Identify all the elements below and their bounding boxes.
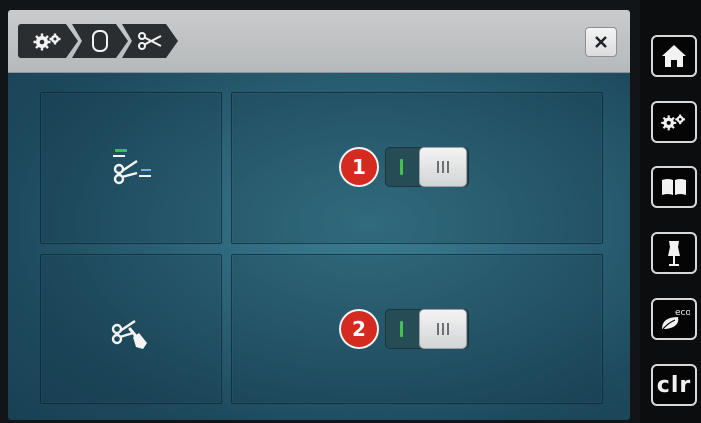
home-button[interactable] <box>651 35 697 77</box>
clear-button[interactable]: clr <box>651 364 697 406</box>
thread-cut-icon <box>113 149 151 185</box>
eco-button[interactable]: eco <box>651 298 697 340</box>
toggle-on-mark <box>400 321 403 337</box>
thread-cut-toggle-panel: 1 <box>231 92 603 244</box>
scissors-icon <box>137 31 163 51</box>
callout-badge: 2 <box>339 309 379 349</box>
eco-icon: eco <box>662 308 690 330</box>
toggle-on-mark <box>400 159 403 175</box>
tutorial-book-icon <box>662 179 686 195</box>
home-icon <box>662 45 686 67</box>
close-button[interactable] <box>585 27 617 57</box>
callout-badge: 1 <box>339 147 379 187</box>
clr-label: clr <box>656 372 692 398</box>
toggle-knob[interactable] <box>419 147 467 187</box>
thread-cut-toggle[interactable] <box>385 147 469 187</box>
sidebar: eco clr <box>640 0 701 423</box>
settings-button[interactable] <box>651 101 697 143</box>
breadcrumb-setup[interactable] <box>18 24 78 58</box>
breadcrumb <box>18 24 172 58</box>
embroidery-hoop-icon <box>90 29 110 53</box>
gears-icon <box>31 30 65 52</box>
dress-form-icon <box>668 241 680 266</box>
breadcrumb-cutter[interactable] <box>122 24 178 58</box>
tutorial-button[interactable] <box>651 166 697 208</box>
close-icon <box>595 36 607 48</box>
title-bar <box>8 10 630 73</box>
scissors-touch-icon <box>111 320 147 349</box>
scissors-touch-toggle[interactable] <box>385 309 469 349</box>
toggle-knob[interactable] <box>419 309 467 349</box>
creative-consultant-button[interactable] <box>651 232 697 274</box>
thread-cut-panel <box>40 92 222 244</box>
main-screen: 1 2 <box>8 10 630 420</box>
scissors-touch-toggle-panel: 2 <box>231 254 603 404</box>
settings-icon <box>661 114 686 131</box>
breadcrumb-hoop[interactable] <box>72 24 128 58</box>
eco-label: eco <box>675 308 690 318</box>
scissors-touch-panel <box>40 254 222 404</box>
